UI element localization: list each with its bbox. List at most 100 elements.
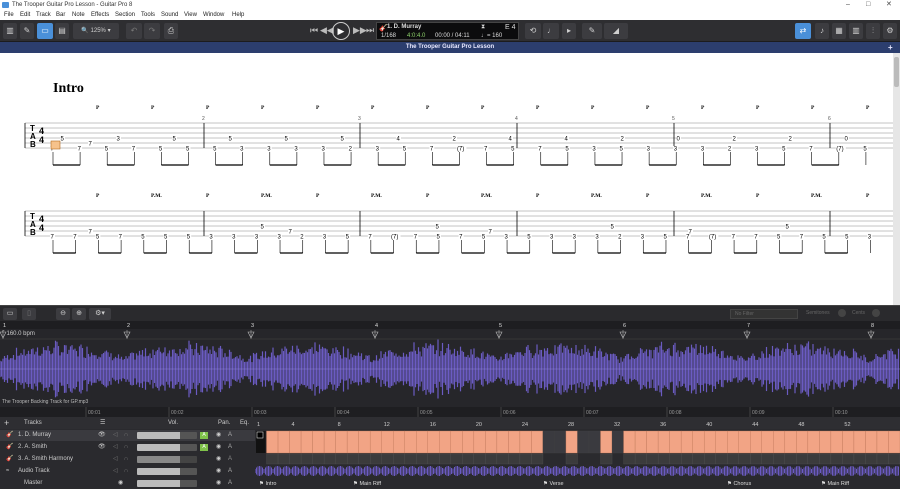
- multitrack-view-button[interactable]: ▭: [3, 308, 17, 320]
- menu-tools[interactable]: Tools: [141, 10, 155, 20]
- edit-view-button[interactable]: ✎: [20, 23, 34, 39]
- panel-settings-button[interactable]: ⚙▾: [89, 308, 111, 320]
- track-block-dim: [819, 453, 832, 465]
- track-row[interactable]: 🎸 3. A. Smith Harmony ◁ ∩ ◉ A: [0, 454, 255, 465]
- forward-end-button[interactable]: ⏭: [366, 25, 374, 36]
- automation-badge[interactable]: A: [200, 444, 208, 451]
- volume-slider[interactable]: [137, 444, 197, 451]
- guitar-icon: 🎸: [6, 456, 14, 462]
- pan-automation[interactable]: A: [228, 478, 232, 489]
- track-block-dim: [370, 453, 382, 465]
- next-bar-button[interactable]: ▶▶: [353, 25, 367, 36]
- pan-automation[interactable]: A: [228, 430, 232, 441]
- bar-number: 24: [522, 422, 528, 428]
- volume-slider[interactable]: [137, 456, 197, 463]
- master-volume-knob[interactable]: ◉: [118, 478, 123, 489]
- track-row[interactable]: Master ◉ ◉ A: [0, 478, 255, 489]
- volume-slider[interactable]: [137, 480, 197, 487]
- add-tab-button[interactable]: +: [888, 42, 893, 53]
- zoom-out-button[interactable]: ⊖: [56, 308, 70, 320]
- close-button[interactable]: ✕: [886, 0, 892, 10]
- keyboard-button[interactable]: ▥: [849, 23, 863, 39]
- pan-knob[interactable]: ◉: [216, 466, 221, 477]
- pan-automation[interactable]: A: [228, 466, 232, 477]
- tuner-button[interactable]: ♪: [815, 23, 829, 39]
- menu-section[interactable]: Section: [115, 10, 135, 20]
- maximize-button[interactable]: □: [866, 0, 870, 10]
- menu-view[interactable]: View: [184, 10, 197, 20]
- speed-slider[interactable]: ▸: [562, 23, 576, 39]
- page-view-button[interactable]: ▭: [37, 23, 53, 39]
- headphones-icon[interactable]: ∩: [124, 454, 128, 465]
- mute-icon[interactable]: ◁: [113, 430, 118, 441]
- rewind-start-button[interactable]: ⏮: [310, 25, 318, 36]
- mute-icon[interactable]: ◁: [113, 442, 118, 453]
- audio-track-panel[interactable]: 1 2 3 4 5 6 7 8 00:01 00:02 00:03 00:04 00:05 00:06 00…: [0, 321, 900, 417]
- volume-slider[interactable]: [137, 432, 197, 439]
- menu-track[interactable]: Track: [36, 10, 51, 20]
- menu-file[interactable]: File: [4, 10, 14, 20]
- track-block-dim: [531, 453, 544, 465]
- pan-knob[interactable]: ◉: [216, 442, 221, 453]
- add-track-button[interactable]: +: [4, 417, 9, 429]
- count-in-button[interactable]: ♩: [543, 23, 559, 39]
- print-button[interactable]: ⎙: [164, 23, 178, 39]
- cents-knob[interactable]: [872, 309, 880, 317]
- menu-edit[interactable]: Edit: [20, 10, 30, 20]
- metronome-icon[interactable]: ⧗: [481, 24, 485, 31]
- menu-help[interactable]: Help: [232, 10, 244, 20]
- filter-dropdown[interactable]: No Filter: [730, 309, 798, 319]
- horizontal-view-button[interactable]: ▤: [55, 23, 69, 39]
- volume-slider[interactable]: ◢: [604, 23, 628, 39]
- automation-badge[interactable]: A: [200, 432, 208, 439]
- track-row[interactable]: 🎸 1. D. Murray 👁 ◁ ∩ A ◉ A: [0, 430, 255, 441]
- track-timeline[interactable]: 1 4 8 12 16 20 24 28 32 36 40 44 48 52⚑ Intro ⚑ Main R…: [255, 417, 900, 488]
- mute-icon[interactable]: ◁: [113, 466, 118, 477]
- document-tab[interactable]: The Trooper Guitar Pro Lesson +: [0, 42, 900, 53]
- undo-button[interactable]: ↶: [126, 23, 142, 39]
- fretboard-button[interactable]: ▦: [832, 23, 846, 39]
- lcd-display[interactable]: 🎸 1. D. Murray 1/168 4:0:4.0 00:00 / 04:…: [376, 22, 519, 40]
- pan-automation[interactable]: A: [228, 454, 232, 465]
- pan-automation[interactable]: A: [228, 442, 232, 453]
- menu-sound[interactable]: Sound: [161, 10, 178, 20]
- play-button[interactable]: ▶: [332, 22, 350, 40]
- menu-bar[interactable]: Bar: [56, 10, 65, 20]
- headphones-icon[interactable]: ∩: [124, 442, 128, 453]
- panels-button[interactable]: ▥: [3, 23, 17, 39]
- loop-button[interactable]: ⟲: [525, 23, 541, 39]
- zoom-control[interactable]: 🔍 125% ▾: [73, 23, 119, 39]
- menu-effects[interactable]: Effects: [91, 10, 109, 20]
- headphones-icon[interactable]: ∩: [124, 430, 128, 441]
- track-block-dim: [485, 453, 498, 465]
- time-ruler: [0, 407, 900, 417]
- track-row[interactable]: 🎸 2. A. Smith 👁 ◁ ∩ A ◉ A: [0, 442, 255, 453]
- audio-track-view-button[interactable]: ▯: [22, 308, 36, 320]
- visibility-icon[interactable]: 👁: [98, 442, 106, 453]
- track-row[interactable]: ≈ Audio Track ◁ ∩ ◉ A: [0, 466, 255, 477]
- track-block: [496, 430, 509, 454]
- semitones-knob[interactable]: [838, 309, 846, 317]
- track-block: [703, 430, 716, 454]
- mixer-button[interactable]: ⫶: [866, 23, 880, 39]
- settings-button[interactable]: ⚙: [883, 23, 897, 39]
- score-view[interactable]: Intro TAB4423456PPPPPPPPPPPPPPPP77575553…: [0, 53, 893, 305]
- pan-knob[interactable]: ◉: [216, 430, 221, 441]
- audio-file-name: The Trooper Backing Track for GP.mp3: [2, 399, 89, 405]
- pencil-button[interactable]: ✎: [582, 23, 602, 39]
- zoom-in-button[interactable]: ⊕: [72, 308, 86, 320]
- track-list-icon[interactable]: ☰: [100, 417, 105, 429]
- minimize-button[interactable]: –: [846, 0, 850, 10]
- menu-window[interactable]: Window: [203, 10, 224, 20]
- pan-knob[interactable]: ◉: [216, 454, 221, 465]
- vertical-scrollbar[interactable]: [893, 53, 900, 305]
- redo-button[interactable]: ↷: [144, 23, 160, 39]
- pan-knob[interactable]: ◉: [216, 478, 221, 489]
- visibility-icon[interactable]: 👁: [98, 430, 106, 441]
- headphones-icon[interactable]: ∩: [124, 466, 128, 477]
- mute-icon[interactable]: ◁: [113, 454, 118, 465]
- menu-note[interactable]: Note: [72, 10, 85, 20]
- scroll-thumb[interactable]: [894, 57, 899, 87]
- multitrack-button[interactable]: ⇄: [795, 23, 811, 39]
- volume-slider[interactable]: [137, 468, 197, 475]
